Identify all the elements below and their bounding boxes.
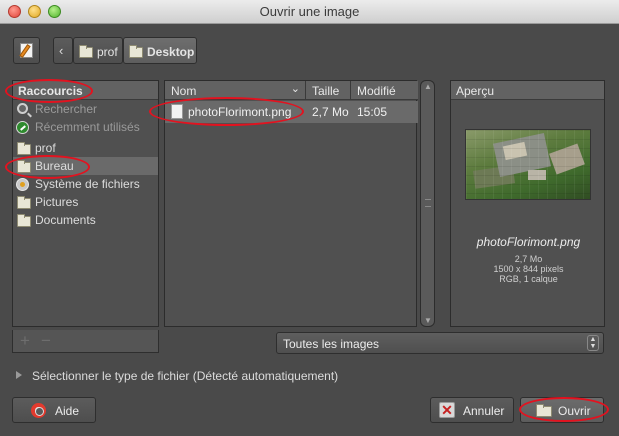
file-list-scrollbar[interactable]: ▲ ▼ [420, 80, 435, 327]
chevron-left-icon: ‹ [59, 43, 64, 58]
image-file-icon [171, 104, 183, 119]
preview-info: RGB, 1 calque [499, 274, 558, 284]
type-location-button[interactable] [13, 37, 40, 64]
sidebar-item-label: Pictures [35, 195, 79, 209]
folder-icon [17, 196, 31, 209]
file-size: 2,7 Mo [312, 105, 349, 119]
help-button[interactable]: Aide [12, 397, 96, 423]
column-header-label: Nom [171, 84, 197, 98]
scroll-up-icon[interactable]: ▲ [424, 82, 432, 91]
sidebar-footer: + − [12, 330, 159, 353]
breadcrumb-label: Desktop [147, 45, 195, 59]
folder-icon [129, 45, 143, 58]
folder-icon [79, 45, 93, 58]
column-header-label: Modifié [357, 84, 396, 98]
file-list: Nom ⌄ Taille Modifié photoFlorimont.png … [164, 80, 418, 327]
sidebar-item-search[interactable]: Rechercher [13, 100, 158, 118]
updown-arrows-icon: ▲ ▼ [587, 335, 599, 351]
sidebar-header[interactable]: Raccourcis [13, 81, 158, 100]
preview-thumbnail [465, 129, 591, 200]
cancel-button[interactable]: ✕ Annuler [430, 397, 514, 423]
path-back-button[interactable]: ‹ [53, 37, 73, 64]
preview-header: Aperçu [451, 81, 604, 100]
chevron-down-icon: ⌄ [290, 83, 300, 95]
sidebar-item-prof[interactable]: prof [13, 139, 158, 157]
sidebar-item-pictures[interactable]: Pictures [13, 193, 158, 211]
add-bookmark-button[interactable]: + [20, 331, 30, 351]
sidebar-item-bureau[interactable]: Bureau [13, 157, 158, 175]
filter-selected-label: Toutes les images [283, 337, 380, 351]
lifebuoy-icon [31, 403, 46, 418]
scroll-grip-icon[interactable] [425, 199, 431, 207]
file-row[interactable]: photoFlorimont.png 2,7 Mo 15:05 [165, 101, 418, 123]
sidebar-item-label: Documents [35, 213, 96, 227]
column-header-name[interactable]: Nom ⌄ [165, 81, 306, 100]
expander-triangle-icon [16, 371, 22, 379]
sidebar-item-label: Rechercher [35, 102, 98, 116]
sidebar-item-recent[interactable]: Récemment utilisés [13, 118, 158, 136]
sidebar-item-label: prof [35, 141, 56, 155]
preview-panel: Aperçu photoFlorimont.png 2,7 Mo 1500 x … [450, 80, 605, 327]
search-icon [17, 103, 28, 114]
column-header-label: Taille [312, 84, 340, 98]
preview-filename: photoFlorimont.png [476, 235, 581, 249]
sidebar-item-label: Système de fichiers [35, 177, 140, 191]
window-title: Ouvrir une image [259, 4, 360, 19]
sidebar-item-label: Récemment utilisés [35, 120, 140, 134]
folder-icon [17, 214, 31, 227]
file-type-filter-select[interactable]: Toutes les images ▲ ▼ [276, 332, 604, 354]
sidebar-item-label: Bureau [35, 159, 74, 173]
open-button[interactable]: Ouvrir [520, 397, 604, 423]
breadcrumb-prof[interactable]: prof [73, 37, 123, 64]
column-header-modified[interactable]: Modifié [351, 81, 418, 100]
recent-icon [16, 121, 29, 134]
folder-open-icon [536, 404, 552, 417]
scroll-down-icon[interactable]: ▼ [424, 316, 432, 325]
breadcrumb-label: prof [97, 45, 118, 59]
preview-dimensions: 1500 x 844 pixels [493, 264, 564, 274]
preview-size: 2,7 Mo [514, 254, 543, 264]
places-sidebar: Raccourcis Rechercher Récemment utilisés… [12, 80, 159, 327]
remove-bookmark-button[interactable]: − [41, 331, 51, 351]
sidebar-item-documents[interactable]: Documents [13, 211, 158, 229]
help-button-label: Aide [55, 404, 80, 418]
cancel-button-label: Annuler [463, 404, 505, 418]
filesystem-icon [16, 178, 29, 191]
breadcrumb-desktop[interactable]: Desktop [123, 37, 197, 64]
open-button-label: Ouvrir [558, 404, 591, 418]
cancel-icon: ✕ [439, 402, 455, 418]
folder-icon [17, 142, 31, 155]
file-modified: 15:05 [357, 105, 388, 119]
column-header-size[interactable]: Taille [306, 81, 351, 100]
sidebar-item-filesystem[interactable]: Système de fichiers [13, 175, 158, 193]
folder-icon [17, 160, 31, 173]
file-name: photoFlorimont.png [188, 105, 292, 119]
expander-label: Sélectionner le type de fichier (Détecté… [32, 369, 339, 383]
title-bar: Ouvrir une image [0, 0, 619, 24]
